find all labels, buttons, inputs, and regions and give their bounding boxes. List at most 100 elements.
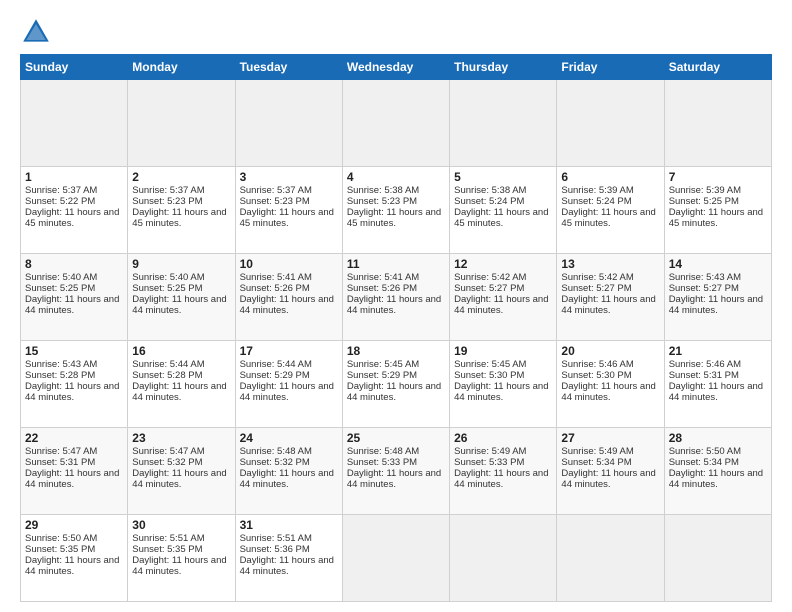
calendar-cell: 24Sunrise: 5:48 AMSunset: 5:32 PMDayligh… bbox=[235, 428, 342, 515]
sunrise-text: Sunrise: 5:38 AM bbox=[347, 185, 419, 196]
day-number: 11 bbox=[347, 257, 445, 271]
page: SundayMondayTuesdayWednesdayThursdayFrid… bbox=[0, 0, 792, 612]
sunset-text: Sunset: 5:29 PM bbox=[240, 370, 310, 381]
calendar-cell bbox=[450, 515, 557, 602]
sunrise-text: Sunrise: 5:41 AM bbox=[240, 272, 312, 283]
day-number: 29 bbox=[25, 518, 123, 532]
sunset-text: Sunset: 5:35 PM bbox=[25, 544, 95, 555]
calendar-cell: 17Sunrise: 5:44 AMSunset: 5:29 PMDayligh… bbox=[235, 341, 342, 428]
calendar-cell: 25Sunrise: 5:48 AMSunset: 5:33 PMDayligh… bbox=[342, 428, 449, 515]
calendar-cell: 6Sunrise: 5:39 AMSunset: 5:24 PMDaylight… bbox=[557, 167, 664, 254]
sunset-text: Sunset: 5:25 PM bbox=[669, 196, 739, 207]
sunrise-text: Sunrise: 5:51 AM bbox=[132, 533, 204, 544]
calendar-cell: 5Sunrise: 5:38 AMSunset: 5:24 PMDaylight… bbox=[450, 167, 557, 254]
daylight-text: Daylight: 11 hours and 44 minutes. bbox=[240, 381, 334, 403]
sunset-text: Sunset: 5:34 PM bbox=[669, 457, 739, 468]
column-header-monday: Monday bbox=[128, 55, 235, 80]
sunrise-text: Sunrise: 5:42 AM bbox=[454, 272, 526, 283]
column-header-sunday: Sunday bbox=[21, 55, 128, 80]
daylight-text: Daylight: 11 hours and 45 minutes. bbox=[132, 207, 226, 229]
day-number: 5 bbox=[454, 170, 552, 184]
sunset-text: Sunset: 5:23 PM bbox=[132, 196, 202, 207]
sunset-text: Sunset: 5:29 PM bbox=[347, 370, 417, 381]
sunrise-text: Sunrise: 5:40 AM bbox=[132, 272, 204, 283]
sunrise-text: Sunrise: 5:44 AM bbox=[240, 359, 312, 370]
calendar-cell bbox=[557, 80, 664, 167]
calendar-cell: 28Sunrise: 5:50 AMSunset: 5:34 PMDayligh… bbox=[664, 428, 771, 515]
column-header-wednesday: Wednesday bbox=[342, 55, 449, 80]
day-number: 10 bbox=[240, 257, 338, 271]
daylight-text: Daylight: 11 hours and 44 minutes. bbox=[347, 468, 441, 490]
sunrise-text: Sunrise: 5:47 AM bbox=[132, 446, 204, 457]
day-number: 3 bbox=[240, 170, 338, 184]
sunset-text: Sunset: 5:24 PM bbox=[454, 196, 524, 207]
day-number: 16 bbox=[132, 344, 230, 358]
daylight-text: Daylight: 11 hours and 45 minutes. bbox=[454, 207, 548, 229]
calendar-cell bbox=[21, 80, 128, 167]
sunset-text: Sunset: 5:31 PM bbox=[25, 457, 95, 468]
sunrise-text: Sunrise: 5:45 AM bbox=[454, 359, 526, 370]
calendar-cell: 7Sunrise: 5:39 AMSunset: 5:25 PMDaylight… bbox=[664, 167, 771, 254]
sunset-text: Sunset: 5:27 PM bbox=[561, 283, 631, 294]
day-number: 6 bbox=[561, 170, 659, 184]
calendar-week-0 bbox=[21, 80, 772, 167]
day-number: 30 bbox=[132, 518, 230, 532]
sunset-text: Sunset: 5:33 PM bbox=[347, 457, 417, 468]
daylight-text: Daylight: 11 hours and 45 minutes. bbox=[240, 207, 334, 229]
calendar-cell: 20Sunrise: 5:46 AMSunset: 5:30 PMDayligh… bbox=[557, 341, 664, 428]
calendar-week-4: 22Sunrise: 5:47 AMSunset: 5:31 PMDayligh… bbox=[21, 428, 772, 515]
calendar-cell: 8Sunrise: 5:40 AMSunset: 5:25 PMDaylight… bbox=[21, 254, 128, 341]
sunset-text: Sunset: 5:34 PM bbox=[561, 457, 631, 468]
day-number: 12 bbox=[454, 257, 552, 271]
sunset-text: Sunset: 5:27 PM bbox=[669, 283, 739, 294]
calendar-cell bbox=[664, 515, 771, 602]
header-row: SundayMondayTuesdayWednesdayThursdayFrid… bbox=[21, 55, 772, 80]
calendar-cell: 29Sunrise: 5:50 AMSunset: 5:35 PMDayligh… bbox=[21, 515, 128, 602]
calendar-cell bbox=[664, 80, 771, 167]
daylight-text: Daylight: 11 hours and 44 minutes. bbox=[25, 468, 119, 490]
day-number: 20 bbox=[561, 344, 659, 358]
calendar-week-2: 8 Sunrise: 5:40 AMSunset: 5:25 PMDaylight… bbox=[21, 254, 772, 341]
daylight-text: Daylight: 11 hours and 44 minutes. bbox=[561, 468, 655, 490]
sunrise-text: Sunrise: 5:46 AM bbox=[561, 359, 633, 370]
sunset-text: Sunset: 5:23 PM bbox=[240, 196, 310, 207]
sunset-text: Sunset: 5:36 PM bbox=[240, 544, 310, 555]
sunrise-text: Sunrise: 5:50 AM bbox=[669, 446, 741, 457]
sunset-text: Sunset: 5:33 PM bbox=[454, 457, 524, 468]
sunset-text: Sunset: 5:30 PM bbox=[561, 370, 631, 381]
column-header-tuesday: Tuesday bbox=[235, 55, 342, 80]
sunset-text: Sunset: 5:30 PM bbox=[454, 370, 524, 381]
calendar-cell: 31Sunrise: 5:51 AMSunset: 5:36 PMDayligh… bbox=[235, 515, 342, 602]
day-number: 7 bbox=[669, 170, 767, 184]
sunrise-text: Sunrise: 5:42 AM bbox=[561, 272, 633, 283]
calendar-cell: 3Sunrise: 5:37 AMSunset: 5:23 PMDaylight… bbox=[235, 167, 342, 254]
calendar-cell: 2Sunrise: 5:37 AMSunset: 5:23 PMDaylight… bbox=[128, 167, 235, 254]
sunset-text: Sunset: 5:23 PM bbox=[347, 196, 417, 207]
calendar-cell bbox=[342, 515, 449, 602]
daylight-text: Daylight: 11 hours and 44 minutes. bbox=[669, 468, 763, 490]
sunrise-text: Sunrise: 5:41 AM bbox=[347, 272, 419, 283]
calendar-cell: 9Sunrise: 5:40 AMSunset: 5:25 PMDaylight… bbox=[128, 254, 235, 341]
calendar-cell: 10Sunrise: 5:41 AMSunset: 5:26 PMDayligh… bbox=[235, 254, 342, 341]
sunset-text: Sunset: 5:27 PM bbox=[454, 283, 524, 294]
daylight-text: Daylight: 11 hours and 45 minutes. bbox=[25, 207, 119, 229]
sunrise-text: Sunrise: 5:38 AM bbox=[454, 185, 526, 196]
daylight-text: Daylight: 11 hours and 44 minutes. bbox=[347, 381, 441, 403]
sunset-text: Sunset: 5:32 PM bbox=[240, 457, 310, 468]
sunrise-text: Sunrise: 5:45 AM bbox=[347, 359, 419, 370]
day-number: 2 bbox=[132, 170, 230, 184]
day-number: 31 bbox=[240, 518, 338, 532]
calendar-cell: 23Sunrise: 5:47 AMSunset: 5:32 PMDayligh… bbox=[128, 428, 235, 515]
sunrise-text: Sunrise: 5:48 AM bbox=[240, 446, 312, 457]
day-number: 21 bbox=[669, 344, 767, 358]
daylight-text: Daylight: 11 hours and 44 minutes. bbox=[132, 294, 226, 316]
sunset-text: Sunset: 5:22 PM bbox=[25, 196, 95, 207]
calendar-cell: 12Sunrise: 5:42 AMSunset: 5:27 PMDayligh… bbox=[450, 254, 557, 341]
calendar-cell: 30Sunrise: 5:51 AMSunset: 5:35 PMDayligh… bbox=[128, 515, 235, 602]
day-number: 8 bbox=[25, 257, 123, 271]
sunset-text: Sunset: 5:25 PM bbox=[132, 283, 202, 294]
day-number: 26 bbox=[454, 431, 552, 445]
sunrise-text: Sunrise: 5:43 AM bbox=[25, 359, 97, 370]
day-number: 28 bbox=[669, 431, 767, 445]
sunset-text: Sunset: 5:24 PM bbox=[561, 196, 631, 207]
